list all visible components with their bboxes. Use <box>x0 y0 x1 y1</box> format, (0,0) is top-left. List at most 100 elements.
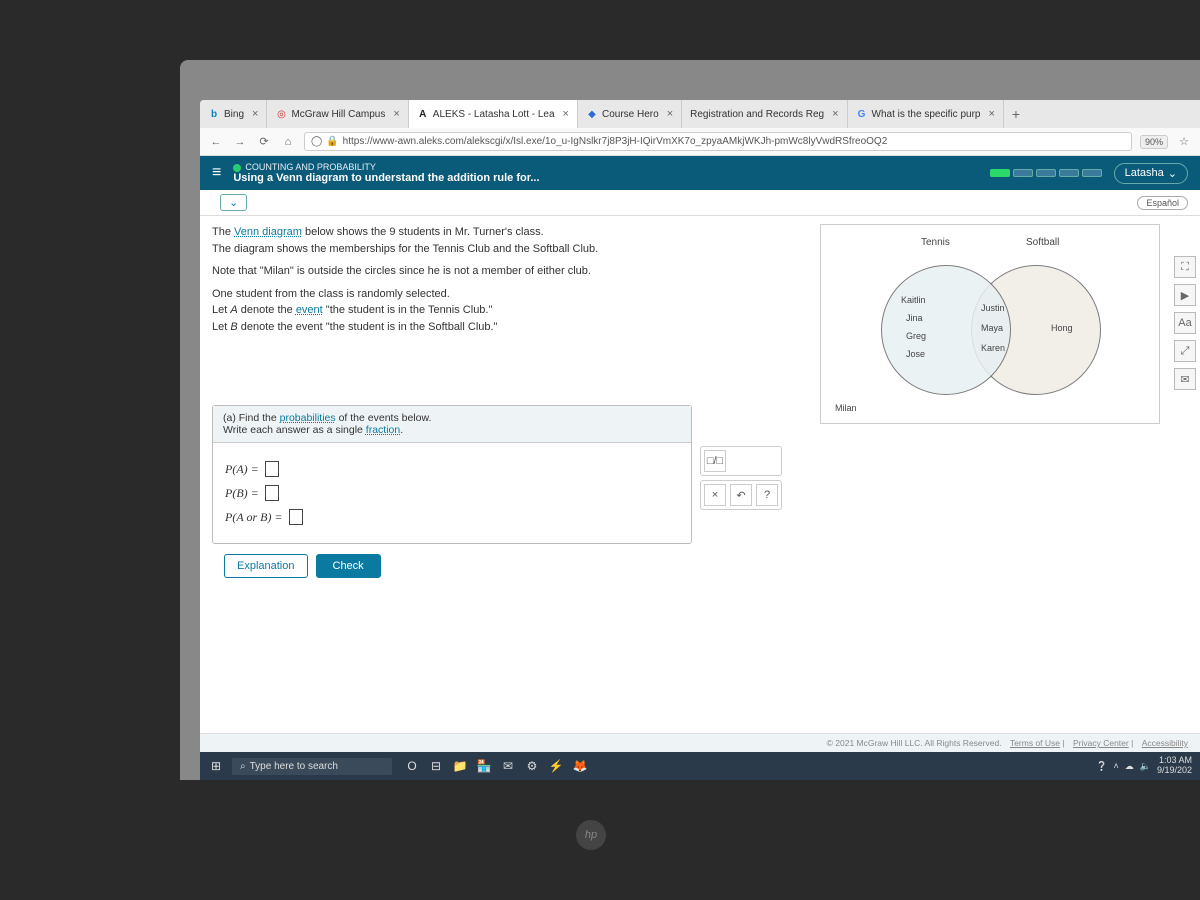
close-icon[interactable]: × <box>667 108 673 120</box>
new-tab-button[interactable]: + <box>1004 106 1028 122</box>
side-toolbar: ⛶ ▶ Aa ⤢ ✉ <box>1174 256 1196 390</box>
close-icon[interactable]: × <box>988 108 994 120</box>
aleks-icon: A <box>417 108 429 120</box>
tab-label: McGraw Hill Campus <box>291 109 385 120</box>
close-icon[interactable]: × <box>563 108 569 120</box>
mcgraw-icon: ◎ <box>275 108 287 120</box>
user-name: Latasha <box>1125 167 1164 179</box>
firefox-icon[interactable]: 🦊 <box>568 759 592 773</box>
answer-input-pa[interactable] <box>265 461 279 477</box>
home-icon[interactable]: ⌂ <box>280 136 296 148</box>
student-name: Maya <box>981 323 1003 333</box>
tab-label: What is the specific purp <box>872 109 981 120</box>
equation-pa: P(A) = <box>225 461 679 477</box>
venn-diagram-panel: Tennis Softball Kaitlin Jina Greg Jose J… <box>820 224 1160 424</box>
start-button[interactable]: ⊞ <box>200 759 232 773</box>
tab-label: ALEKS - Latasha Lott - Lea <box>433 109 555 120</box>
taskbar-search[interactable]: ⌕ Type here to search <box>232 758 392 775</box>
event-link[interactable]: event <box>296 304 323 316</box>
student-name: Hong <box>1051 323 1073 333</box>
url-field[interactable]: ◯ 🔒 https://www-awn.aleks.com/alekscgi/x… <box>304 132 1132 151</box>
student-name: Greg <box>906 331 926 341</box>
tray-chevron-icon[interactable]: ˄ <box>1113 761 1118 771</box>
tray-volume-icon[interactable]: 🔈 <box>1140 761 1151 772</box>
terms-link[interactable]: Terms of Use <box>1010 738 1060 748</box>
expand-icon[interactable]: ⤢ <box>1174 340 1196 362</box>
settings-icon[interactable]: ⚙ <box>520 759 544 773</box>
zoom-badge[interactable]: 90% <box>1140 135 1168 149</box>
copyright-bar: © 2021 McGraw Hill LLC. All Rights Reser… <box>200 733 1200 752</box>
url-text: https://www-awn.aleks.com/alekscgi/x/Isl… <box>343 136 888 147</box>
bookmark-icon[interactable]: ☆ <box>1176 135 1192 148</box>
close-icon[interactable]: × <box>393 108 399 120</box>
language-button[interactable]: Español <box>1137 196 1188 210</box>
fraction-link[interactable]: fraction <box>366 424 400 436</box>
store-icon[interactable]: 🏪 <box>472 759 496 773</box>
sub-bar: ⌄ Español <box>200 190 1200 216</box>
taskview-icon[interactable]: ⊟ <box>424 759 448 773</box>
user-menu-button[interactable]: Latasha ⌄ <box>1114 163 1188 184</box>
tab-label: Registration and Records Reg <box>690 109 824 120</box>
browser-tabs-bar: b Bing × ◎ McGraw Hill Campus × A ALEKS … <box>200 100 1200 128</box>
progress-pills <box>990 169 1102 177</box>
softball-label: Softball <box>1026 237 1059 248</box>
help-button[interactable]: ? <box>756 484 778 506</box>
aleks-header: ≡ COUNTING AND PROBABILITY Using a Venn … <box>200 156 1200 190</box>
student-name: Karen <box>981 343 1005 353</box>
glossary-icon[interactable]: Aa <box>1174 312 1196 334</box>
tab-registration[interactable]: Registration and Records Reg × <box>682 100 847 128</box>
content-area: The Venn diagram below shows the 9 stude… <box>200 216 1200 733</box>
answer-input-paorb[interactable] <box>289 509 303 525</box>
taskbar-clock[interactable]: 1:03 AM 9/19/202 <box>1157 756 1192 776</box>
system-tray[interactable]: ❔ ˄ ☁ 🔈 1:03 AM 9/19/202 <box>1096 756 1200 776</box>
tennis-label: Tennis <box>921 237 950 248</box>
search-placeholder: Type here to search <box>250 761 338 772</box>
answer-input-pb[interactable] <box>265 485 279 501</box>
cortana-icon[interactable]: O <box>400 759 424 773</box>
windows-taskbar: ⊞ ⌕ Type here to search O ⊟ 📁 🏪 ✉ ⚙ ⚡ 🦊 … <box>200 752 1200 780</box>
tab-google[interactable]: G What is the specific purp × <box>848 100 1004 128</box>
tab-label: Course Hero <box>602 109 659 120</box>
action-row: Explanation Check <box>212 544 808 588</box>
menu-icon[interactable]: ≡ <box>212 164 221 182</box>
student-name: Jose <box>906 349 925 359</box>
close-icon[interactable]: × <box>832 108 838 120</box>
problem-text: The Venn diagram below shows the 9 stude… <box>212 224 632 335</box>
tab-bing[interactable]: b Bing × <box>200 100 267 128</box>
search-icon: ⌕ <box>240 761 246 772</box>
student-name: Jina <box>906 313 923 323</box>
forward-icon[interactable]: → <box>232 136 248 148</box>
explorer-icon[interactable]: 📁 <box>448 759 472 773</box>
clear-button[interactable]: × <box>704 484 726 506</box>
video-icon[interactable]: ▶ <box>1174 284 1196 306</box>
tab-coursehero[interactable]: ◆ Course Hero × <box>578 100 682 128</box>
chevron-down-icon: ⌄ <box>1168 167 1177 180</box>
undo-button[interactable]: ↶ <box>730 484 752 506</box>
hp-logo: hp <box>576 820 606 850</box>
tab-mcgraw[interactable]: ◎ McGraw Hill Campus × <box>267 100 408 128</box>
tray-help-icon[interactable]: ❔ <box>1096 761 1107 772</box>
calculator-icon[interactable]: ⛶ <box>1174 256 1196 278</box>
tray-cloud-icon[interactable]: ☁ <box>1125 761 1134 772</box>
check-button[interactable]: Check <box>316 554 381 578</box>
power-icon[interactable]: ⚡ <box>544 759 568 773</box>
answer-card: (a) Find the probabilities of the events… <box>212 405 692 544</box>
message-icon[interactable]: ✉ <box>1174 368 1196 390</box>
bing-icon: b <box>208 108 220 120</box>
student-name: Justin <box>981 303 1005 313</box>
coursehero-icon: ◆ <box>586 108 598 120</box>
privacy-link[interactable]: Privacy Center <box>1073 738 1129 748</box>
back-icon[interactable]: ← <box>208 136 224 148</box>
venn-diagram-link[interactable]: Venn diagram <box>234 226 302 238</box>
reload-icon[interactable]: ⟳ <box>256 135 272 148</box>
accessibility-link[interactable]: Accessibility <box>1142 738 1188 748</box>
close-icon[interactable]: × <box>252 108 258 120</box>
mail-icon[interactable]: ✉ <box>496 759 520 773</box>
google-icon: G <box>856 108 868 120</box>
fraction-tool-button[interactable]: □/□ <box>704 450 726 472</box>
explanation-button[interactable]: Explanation <box>224 554 308 578</box>
tab-aleks[interactable]: A ALEKS - Latasha Lott - Lea × <box>409 100 578 128</box>
probabilities-link[interactable]: probabilities <box>280 412 336 424</box>
student-name: Kaitlin <box>901 295 926 305</box>
expand-button[interactable]: ⌄ <box>220 194 247 211</box>
